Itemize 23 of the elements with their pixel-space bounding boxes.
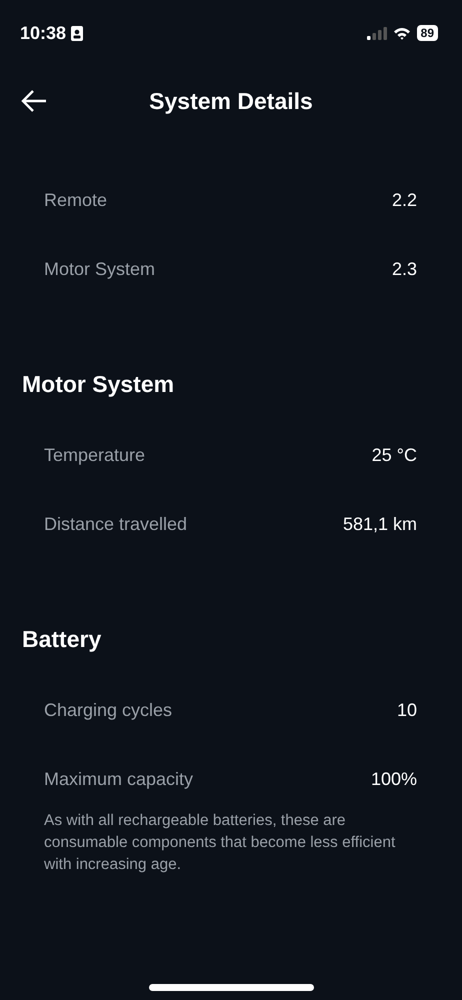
- page-title: System Details: [149, 88, 313, 114]
- back-arrow-icon: [21, 90, 47, 112]
- clock-time: 10:38: [20, 22, 66, 44]
- back-button[interactable]: [21, 90, 47, 112]
- row-label: Distance travelled: [44, 514, 188, 535]
- row-value: 581,1 km: [342, 514, 417, 535]
- info-note: As with all rechargeable batteries, these are consumable components that become less efficient with increasing age.: [44, 811, 396, 875]
- row-label: Maximum capacity: [44, 769, 194, 790]
- row-value: 100%: [370, 769, 417, 790]
- row-label: Motor System: [44, 259, 156, 280]
- row-value: 25 °C: [372, 445, 417, 466]
- row-label: Remote: [44, 190, 108, 211]
- row-value: 2.2: [392, 190, 417, 211]
- section-title: Motor System: [22, 370, 176, 399]
- row-label: Charging cycles: [44, 700, 172, 721]
- battery-level: 89: [416, 25, 438, 41]
- row-label: Temperature: [44, 445, 146, 466]
- row-value: 10: [396, 700, 417, 721]
- wifi-icon: [392, 26, 411, 40]
- row-value: 2.3: [392, 259, 417, 280]
- contact-card-icon: [71, 26, 84, 40]
- signal-icon: [366, 26, 387, 40]
- section-title: Battery: [22, 625, 102, 654]
